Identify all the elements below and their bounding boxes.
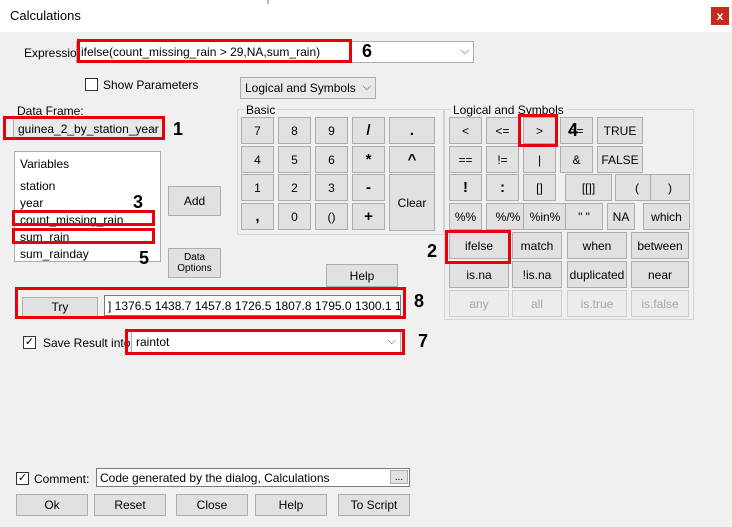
logical-key-in-button[interactable]: %in% xyxy=(523,203,567,230)
logical-key-duplicated-button[interactable]: duplicated xyxy=(567,261,627,288)
variables-header: Variables xyxy=(20,157,70,171)
annotation-number-4: 4 xyxy=(568,120,579,140)
basic-key-9-button[interactable]: 9 xyxy=(315,117,348,144)
chevron-down-icon[interactable]: ⌵ xyxy=(461,45,469,58)
comment-checkbox[interactable]: ✓ xyxy=(16,472,29,485)
list-item[interactable]: year xyxy=(20,196,43,210)
logical-key-which-button[interactable]: which xyxy=(643,203,690,230)
ok-button[interactable]: Ok xyxy=(16,494,88,516)
list-item[interactable]: station xyxy=(20,179,55,193)
comment-browse-button[interactable]: ... xyxy=(390,470,408,484)
basic-key-7-button[interactable]: 7 xyxy=(241,117,274,144)
logical-key--is-na-button[interactable]: !is.na xyxy=(512,261,562,288)
logical-key-true-button[interactable]: TRUE xyxy=(597,117,643,144)
logical-key-brackets-button[interactable]: [] xyxy=(523,174,556,201)
annotation-box-data-frame xyxy=(3,116,165,140)
expression-label: Expression xyxy=(24,46,84,60)
logical-key-any-button[interactable]: any xyxy=(449,290,509,317)
comment-label: Comment: xyxy=(34,472,90,486)
help-button[interactable]: Help xyxy=(326,264,398,287)
basic-key-power-button[interactable]: ^ xyxy=(389,146,435,173)
logical-key-not-button[interactable]: ! xyxy=(449,174,482,201)
annotation-box-ifelse xyxy=(445,230,511,264)
data-options-line2: Options xyxy=(177,263,212,274)
logical-key-match-button[interactable]: match xyxy=(512,232,562,259)
annotation-box-sum-rain xyxy=(12,228,155,244)
logical-key-near-button[interactable]: near xyxy=(631,261,689,288)
category-combo[interactable]: Logical and Symbols ⌵ xyxy=(240,77,376,99)
help-bottom-button[interactable]: Help xyxy=(255,494,327,516)
category-combo-value: Logical and Symbols xyxy=(245,81,356,95)
annotation-number-8: 8 xyxy=(414,291,425,311)
basic-key-comma-button[interactable]: , xyxy=(241,203,274,230)
logical-key-all-button[interactable]: all xyxy=(512,290,562,317)
logical-key-double-brackets-button[interactable]: [[]] xyxy=(565,174,612,201)
logical-key-when-button[interactable]: when xyxy=(567,232,627,259)
data-options-button[interactable]: Data Options xyxy=(168,248,221,278)
logical-key-na-button[interactable]: NA xyxy=(607,203,635,230)
annotation-number-7: 7 xyxy=(418,331,429,351)
basic-key-parens-button[interactable]: () xyxy=(315,203,348,230)
logical-key-modulo-button[interactable]: %% xyxy=(449,203,482,230)
logical-key-quotes-button[interactable]: " " xyxy=(565,203,603,230)
data-options-line1: Data xyxy=(183,252,206,263)
annotation-number-3: 3 xyxy=(133,192,144,212)
basic-key-1-button[interactable]: 1 xyxy=(241,174,274,201)
basic-key-dot-button[interactable]: . xyxy=(389,117,435,144)
title-bar: Calculations x xyxy=(0,0,732,32)
comment-field[interactable]: Code generated by the dialog, Calculatio… xyxy=(96,468,410,487)
logical-key-equals-button[interactable]: == xyxy=(449,146,482,173)
logical-key-less-than-button[interactable]: < xyxy=(449,117,482,144)
basic-key-2-button[interactable]: 2 xyxy=(278,174,311,201)
annotation-number-1: 1 xyxy=(173,119,184,139)
save-result-checkbox[interactable]: ✓ xyxy=(23,336,36,349)
add-button[interactable]: Add xyxy=(168,186,221,216)
chevron-down-icon[interactable]: ⌵ xyxy=(363,81,371,94)
basic-group-title: Basic xyxy=(244,103,278,117)
logical-key-and-button[interactable]: & xyxy=(560,146,593,173)
logical-key-between-button[interactable]: between xyxy=(631,232,689,259)
annotation-box-expression xyxy=(77,39,352,63)
logical-key-is-true-button[interactable]: is.true xyxy=(567,290,627,317)
annotation-box-greater xyxy=(518,114,558,147)
basic-key-6-button[interactable]: 6 xyxy=(315,146,348,173)
annotation-number-6: 6 xyxy=(362,41,373,61)
basic-key-plus-button[interactable]: + xyxy=(352,203,385,230)
reset-button[interactable]: Reset xyxy=(94,494,166,516)
logical-key-colon-button[interactable]: : xyxy=(486,174,519,201)
logical-key-is-false-button[interactable]: is.false xyxy=(631,290,689,317)
close-dialog-button[interactable]: Close xyxy=(176,494,248,516)
comment-value: Code generated by the dialog, Calculatio… xyxy=(100,470,330,485)
basic-key-minus-button[interactable]: - xyxy=(352,174,385,201)
logical-key-not-equals-button[interactable]: != xyxy=(486,146,519,173)
basic-key-divide-button[interactable]: / xyxy=(352,117,385,144)
show-parameters-label: Show Parameters xyxy=(103,78,199,92)
basic-key-8-button[interactable]: 8 xyxy=(278,117,311,144)
to-script-button[interactable]: To Script xyxy=(338,494,410,516)
logical-key-false-button[interactable]: FALSE xyxy=(597,146,643,173)
save-result-label: Save Result into xyxy=(43,336,131,350)
logical-key-close-paren-button[interactable]: ) xyxy=(650,174,690,201)
basic-key-3-button[interactable]: 3 xyxy=(315,174,348,201)
clear-button[interactable]: Clear xyxy=(389,174,435,231)
window-title: Calculations xyxy=(10,8,81,23)
basic-key-multiply-button[interactable]: * xyxy=(352,146,385,173)
logical-key-or-button[interactable]: | xyxy=(523,146,556,173)
close-button[interactable]: x xyxy=(711,7,729,25)
show-parameters-checkbox[interactable] xyxy=(85,78,98,91)
annotation-box-try xyxy=(15,287,406,319)
title-divider xyxy=(267,0,269,4)
logical-key-is-na-button[interactable]: is.na xyxy=(449,261,509,288)
annotation-number-5: 5 xyxy=(139,248,150,268)
basic-key-5-button[interactable]: 5 xyxy=(278,146,311,173)
annotation-number-2: 2 xyxy=(427,241,438,261)
annotation-box-save-result xyxy=(125,329,405,355)
basic-key-0-button[interactable]: 0 xyxy=(278,203,311,230)
logical-key-less-equal-button[interactable]: <= xyxy=(486,117,519,144)
basic-key-4-button[interactable]: 4 xyxy=(241,146,274,173)
list-item[interactable]: sum_rainday xyxy=(20,247,89,261)
